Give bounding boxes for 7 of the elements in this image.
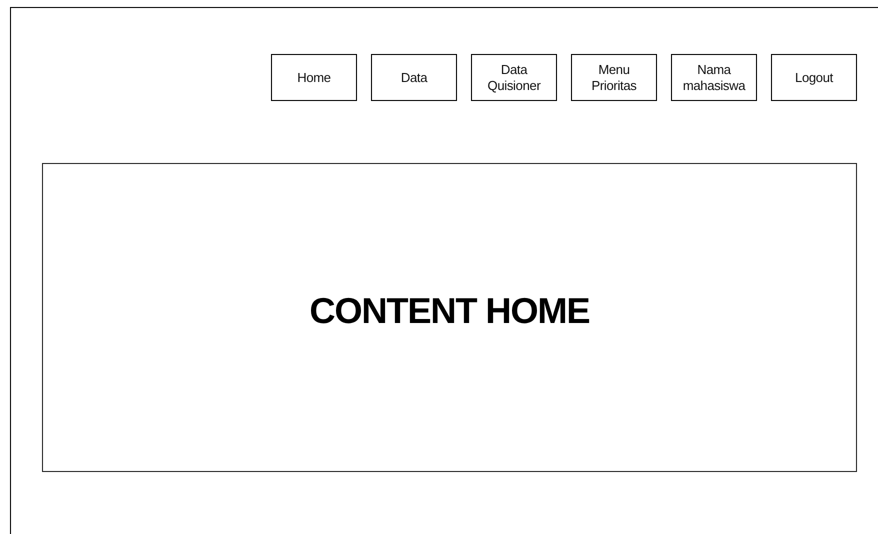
- nav-button[interactable]: Home: [271, 54, 357, 101]
- nav-button[interactable]: Logout: [771, 54, 857, 101]
- content-title: CONTENT HOME: [310, 290, 590, 332]
- nav-button[interactable]: Nama mahasiswa: [671, 54, 757, 101]
- nav-button[interactable]: Data Quisioner: [471, 54, 557, 101]
- nav-button[interactable]: Menu Prioritas: [571, 54, 657, 101]
- nav-button[interactable]: Data: [371, 54, 457, 101]
